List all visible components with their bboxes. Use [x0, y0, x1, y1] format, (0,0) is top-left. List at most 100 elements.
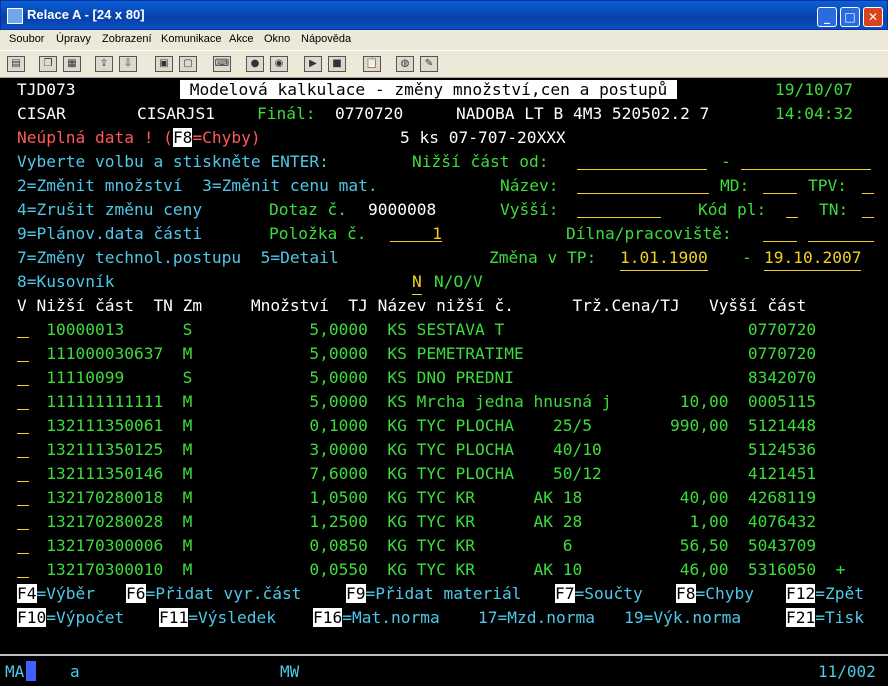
md-label: MD: — [720, 176, 750, 195]
table-row: 111000030637 M 5,0000 KS PEMETRATIME 077… — [17, 344, 817, 363]
option-9: 9=Plánov.data části — [17, 224, 203, 243]
menu-upravy[interactable]: Úpravy — [56, 33, 91, 45]
paste-icon[interactable]: ▦ — [63, 56, 81, 72]
clipboard-icon[interactable]: 📋 — [363, 56, 381, 72]
fkey-f7[interactable]: F7=Součty — [555, 582, 643, 606]
status-bar: MA a MW 11/002 — [0, 654, 888, 686]
row-select-input[interactable] — [17, 390, 29, 410]
md-input[interactable] — [763, 174, 797, 194]
table-header: V Nižší část TN Zm Množství TJ Název niž… — [17, 296, 807, 315]
copy-icon[interactable]: ❐ — [39, 56, 57, 72]
fkey-f6[interactable]: F6=Přidat vyr.část — [126, 582, 301, 606]
keyboard-icon[interactable]: ⌨ — [213, 56, 231, 72]
row-select-input[interactable] — [17, 366, 29, 386]
fkey-f4[interactable]: F4=Výběr — [17, 582, 95, 606]
print-screen-icon[interactable]: ▤ — [7, 56, 25, 72]
date: 19/10/07 — [775, 80, 853, 99]
query-label: Dotaz č. — [269, 200, 347, 219]
globe-icon[interactable]: ◍ — [396, 56, 414, 72]
lower-part-to-input[interactable] — [741, 150, 871, 170]
final-label: Finál: — [257, 104, 316, 123]
menu-komunikace[interactable]: Komunikace — [161, 33, 222, 45]
row-select-input[interactable] — [17, 510, 29, 530]
row-header-1: TJD073 — [17, 78, 75, 102]
fkey-f12[interactable]: F12=Zpět — [786, 582, 864, 606]
tp-change-label: Změna v TP: — [489, 248, 597, 267]
user: CISAR — [17, 104, 66, 123]
higher-input[interactable] — [577, 198, 661, 218]
row-select-input[interactable] — [17, 558, 29, 578]
nov-input[interactable]: N — [412, 270, 422, 295]
kod-pl-input[interactable] — [786, 198, 798, 218]
fkey-f16[interactable]: F16=Mat.norma — [313, 606, 440, 630]
workplace-input[interactable] — [808, 222, 874, 242]
name-input[interactable] — [577, 174, 709, 194]
close-button[interactable]: ✕ — [863, 7, 883, 27]
row-select-input[interactable] — [17, 342, 29, 362]
table-row: 132111350125 M 3,0000 KG TYC PLOCHA 40/1… — [17, 440, 817, 459]
minimize-button[interactable]: _ — [817, 7, 837, 27]
kod-pl-label: Kód pl: — [698, 200, 767, 219]
table-row: 132170300006 M 0,0850 KG TYC KR 6 56,50 … — [17, 536, 817, 555]
maximize-button[interactable]: □ — [840, 7, 860, 27]
tp-change-to-input[interactable]: 19.10.2007 — [764, 246, 862, 271]
cursor-position: 11/002 — [818, 662, 876, 681]
menu-okno[interactable]: Okno — [264, 33, 290, 45]
fkey-f9[interactable]: F9=Přidat materiál — [346, 582, 521, 606]
row-select-input[interactable] — [17, 414, 29, 434]
name-label: Název: — [500, 176, 559, 195]
fkey-f21[interactable]: F21=Tisk — [786, 606, 864, 630]
table-row: 132170300010 M 0,0550 KG TYC KR AK 10 46… — [17, 560, 846, 579]
tn-input[interactable] — [862, 198, 874, 218]
screen-title: Modelová kalkulace - změny množství,cen … — [180, 80, 678, 99]
row-select-input[interactable] — [17, 534, 29, 554]
option-7-5: 7=Změny technol.postupu 5=Detail — [17, 248, 339, 267]
menu-zobrazeni[interactable]: Zobrazení — [102, 33, 152, 45]
product-name: NADOBA LT B 4M3 520502.2 7 — [456, 104, 710, 123]
table-row: 11110099 S 5,0000 KS DNO PREDNI 8342070 — [17, 368, 817, 387]
menu-akce[interactable]: Akce — [229, 33, 253, 45]
table-row: 132111350061 M 0,1000 KG TYC PLOCHA 25/5… — [17, 416, 817, 435]
menu-soubor[interactable]: Soubor — [9, 33, 44, 45]
item-label: Položka č. — [269, 224, 367, 243]
row-select-input[interactable] — [17, 486, 29, 506]
option-2-3: 2=Změnit množství 3=Změnit cenu mat. — [17, 176, 378, 195]
row-select-input[interactable] — [17, 318, 29, 338]
row-select-input[interactable] — [17, 462, 29, 482]
workshop-input[interactable] — [763, 222, 797, 242]
quantity-info: 5 ks 07-707-20XXX — [400, 128, 566, 147]
time: 14:04:32 — [775, 104, 853, 123]
macro-step-icon[interactable]: ▶ — [304, 56, 322, 72]
title-bar: Relace A - [24 x 80] _ □ ✕ — [0, 0, 888, 30]
table-row: 132170280018 M 1,0500 KG TYC KR AK 18 40… — [17, 488, 817, 507]
option-4: 4=Zrušit změnu ceny — [17, 200, 203, 219]
terminal-screen[interactable]: TJD073 Modelová kalkulace - změny množst… — [5, 78, 883, 654]
macro-play-icon[interactable]: ● — [246, 56, 264, 72]
window-title: Relace A - [24 x 80] — [27, 7, 145, 22]
row-select-input[interactable] — [17, 438, 29, 458]
item-input[interactable]: 1 — [390, 222, 442, 243]
status-a: a — [70, 662, 80, 681]
settings-icon[interactable]: ▢ — [179, 56, 197, 72]
help-icon[interactable]: ✎ — [420, 56, 438, 72]
table-row: 132111350146 M 7,6000 KG TYC PLOCHA 50/1… — [17, 464, 817, 483]
fkey-17-19[interactable]: 17=Mzd.norma 19=Výk.norma — [478, 606, 741, 630]
receive-file-icon[interactable]: ⇩ — [119, 56, 137, 72]
workshop-label: Dílna/pracoviště: — [566, 224, 732, 243]
menu-napoveda[interactable]: Nápověda — [301, 33, 351, 45]
option-8: 8=Kusovník — [17, 272, 115, 291]
lower-part-from-label: Nižší část od: — [412, 152, 549, 171]
higher-label: Vyšší: — [500, 200, 559, 219]
send-file-icon[interactable]: ⇪ — [95, 56, 113, 72]
f8-key[interactable]: F8 — [172, 128, 193, 147]
fkey-f10[interactable]: F10=Výpočet — [17, 606, 124, 630]
macro-record-icon[interactable]: ◉ — [270, 56, 288, 72]
fkey-f8[interactable]: F8=Chyby — [676, 582, 754, 606]
tpv-input[interactable] — [862, 174, 874, 194]
instruction: Vyberte volbu a stiskněte ENTER: — [17, 152, 329, 171]
fkey-f11[interactable]: F11=Výsledek — [159, 606, 276, 630]
macro-stop-icon[interactable]: ■ — [328, 56, 346, 72]
display-icon[interactable]: ▣ — [155, 56, 173, 72]
lower-part-from-input[interactable] — [577, 150, 707, 170]
tp-change-from-input[interactable]: 1.01.1900 — [620, 246, 708, 271]
